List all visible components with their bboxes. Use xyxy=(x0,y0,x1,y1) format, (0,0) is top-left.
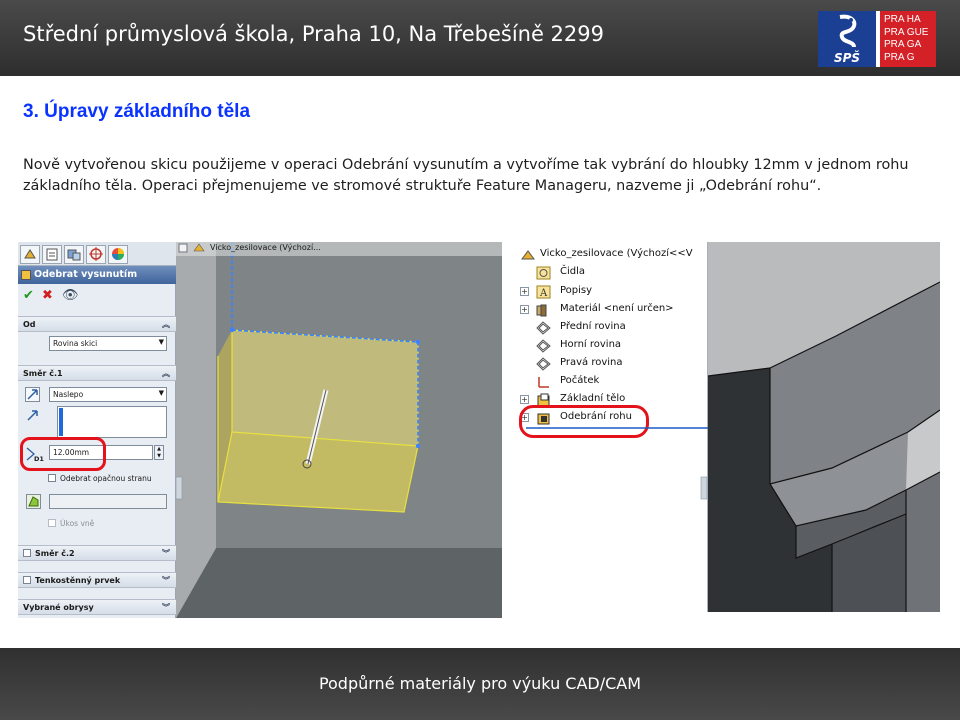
draft-outward-label: Úkos vně xyxy=(60,519,95,528)
group-direction1[interactable]: Směr č.1 ︽ xyxy=(18,365,176,381)
chevron-down-icon: ▼ xyxy=(158,389,164,397)
flip-side-option[interactable]: Odebrat opačnou stranu xyxy=(48,474,152,483)
end-condition-select[interactable]: Naslepo ▼ xyxy=(49,387,167,402)
end-condition-value: Naslepo xyxy=(53,390,84,399)
flip-side-checkbox[interactable] xyxy=(48,474,56,482)
group-contours-label: Vybrané obrysy xyxy=(23,603,94,612)
draft-outward-option[interactable]: Úkos vně xyxy=(48,519,94,528)
cut-extrude-icon xyxy=(21,270,31,280)
collapse-icon[interactable]: ︽ xyxy=(162,368,170,379)
preview-icon[interactable]: 👁 xyxy=(62,288,79,303)
direction2-checkbox[interactable] xyxy=(23,549,31,557)
viewport-tree-root[interactable]: Vicko_zesilovace (Výchozí... xyxy=(210,243,321,252)
reverse-direction-button[interactable] xyxy=(25,387,40,402)
graphics-viewport[interactable]: Vicko_zesilovace (Výchozí... xyxy=(175,242,502,618)
cancel-icon[interactable]: ✖ xyxy=(42,288,53,303)
expand-icon[interactable]: ︾ xyxy=(162,548,170,559)
flip-side-label: Odebrat opačnou stranu xyxy=(60,474,152,483)
direction-arrow-icon xyxy=(27,410,38,421)
crosshair-icon xyxy=(89,247,103,261)
thin-feature-checkbox[interactable] xyxy=(23,576,31,584)
group-thin-label: Tenkostěnný prvek xyxy=(35,576,121,585)
part-preview-graphic xyxy=(175,242,502,618)
logo-line: PRA G xyxy=(884,51,915,63)
logo-line: PRA GUE xyxy=(884,26,929,38)
group-direction2-label: Směr č.2 xyxy=(35,549,75,558)
model-viewport[interactable] xyxy=(707,242,940,612)
depth-highlight-ring xyxy=(20,437,106,471)
group-direction2[interactable]: Směr č.2 ︾ xyxy=(18,545,176,561)
feature-manager-tree: Vicko_zesilovace (Výchozí<<V Čidla + A P… xyxy=(516,242,708,612)
school-title: Střední průmyslová škola, Praha 10, Na T… xyxy=(23,22,604,46)
draft-icon xyxy=(28,496,39,507)
depth-spinner[interactable]: ▲ ▼ xyxy=(154,445,164,460)
school-logo: SPŠ PRA HA PRA GUE PRA GA PRA G xyxy=(818,11,936,67)
slide-paragraph: Nově vytvořenou skicu použijeme v operac… xyxy=(23,157,909,194)
group-from-label: Od xyxy=(23,320,36,329)
property-manager-tab[interactable] xyxy=(42,245,62,264)
direction-selection-box[interactable] xyxy=(57,406,167,438)
draft-angle-input[interactable] xyxy=(49,494,167,509)
reverse-arrow-icon xyxy=(27,389,38,400)
group-thin-feature[interactable]: Tenkostěnný prvek ︾ xyxy=(18,572,176,588)
feature-tree-screenshot: Vicko_zesilovace (Výchozí<<V Čidla + A P… xyxy=(516,242,940,612)
configuration-tab[interactable] xyxy=(64,245,84,264)
cut-extrude-screenshot: Odebrat vysunutím ✔ ✖ 👁 Od ︽ Rovina skic… xyxy=(18,242,502,618)
configuration-icon xyxy=(67,249,81,261)
selection-indicator xyxy=(59,408,63,436)
property-manager: Odebrat vysunutím ✔ ✖ 👁 Od ︽ Rovina skic… xyxy=(18,242,176,618)
ok-icon[interactable]: ✔ xyxy=(23,288,34,303)
manager-tabs xyxy=(18,242,176,266)
slide-title: 3. Úpravy základního těla xyxy=(23,101,251,122)
from-select[interactable]: Rovina skici ▼ xyxy=(49,336,167,351)
group-direction1-label: Směr č.1 xyxy=(23,369,63,378)
pm-action-bar: ✔ ✖ 👁 xyxy=(18,286,176,308)
logo-praha-block: PRA HA PRA GUE PRA GA PRA G xyxy=(880,11,936,67)
property-manager-title: Odebrat vysunutím xyxy=(18,266,176,284)
dimxpert-tab[interactable] xyxy=(86,245,106,264)
footer-text: Podpůrné materiály pro výuku CAD/CAM xyxy=(318,674,642,693)
display-manager-tab[interactable] xyxy=(108,245,128,264)
tree-rollback-graphic xyxy=(526,427,708,500)
collapse-icon[interactable]: ︽ xyxy=(162,319,170,330)
slide-header: Střední průmyslová škola, Praha 10, Na T… xyxy=(0,0,960,76)
logo-sps-text: SPŠ xyxy=(833,51,861,65)
slide-footer: Podpůrné materiály pro výuku CAD/CAM xyxy=(0,648,960,720)
dragon-icon xyxy=(839,14,857,48)
property-icon xyxy=(46,248,58,261)
draft-outward-checkbox[interactable] xyxy=(48,519,56,527)
logo-line: PRA GA xyxy=(884,39,922,50)
expand-icon[interactable]: ︾ xyxy=(162,602,170,613)
draft-button[interactable] xyxy=(26,494,41,509)
logo-line: PRA HA xyxy=(884,14,921,25)
model-corner-graphic xyxy=(707,242,940,612)
feature-tree-icon xyxy=(24,249,36,259)
property-manager-title-text: Odebrat vysunutím xyxy=(34,269,138,280)
sps-emblem: SPŠ xyxy=(818,11,876,67)
feature-manager-tab[interactable] xyxy=(20,245,40,264)
color-wheel-icon xyxy=(112,248,124,260)
from-select-value: Rovina skici xyxy=(53,339,98,348)
chevron-down-icon: ▼ xyxy=(158,338,164,346)
expand-icon[interactable]: ︾ xyxy=(162,575,170,586)
group-from[interactable]: Od ︽ xyxy=(18,316,176,332)
group-selected-contours[interactable]: Vybrané obrysy ︾ xyxy=(18,599,176,615)
